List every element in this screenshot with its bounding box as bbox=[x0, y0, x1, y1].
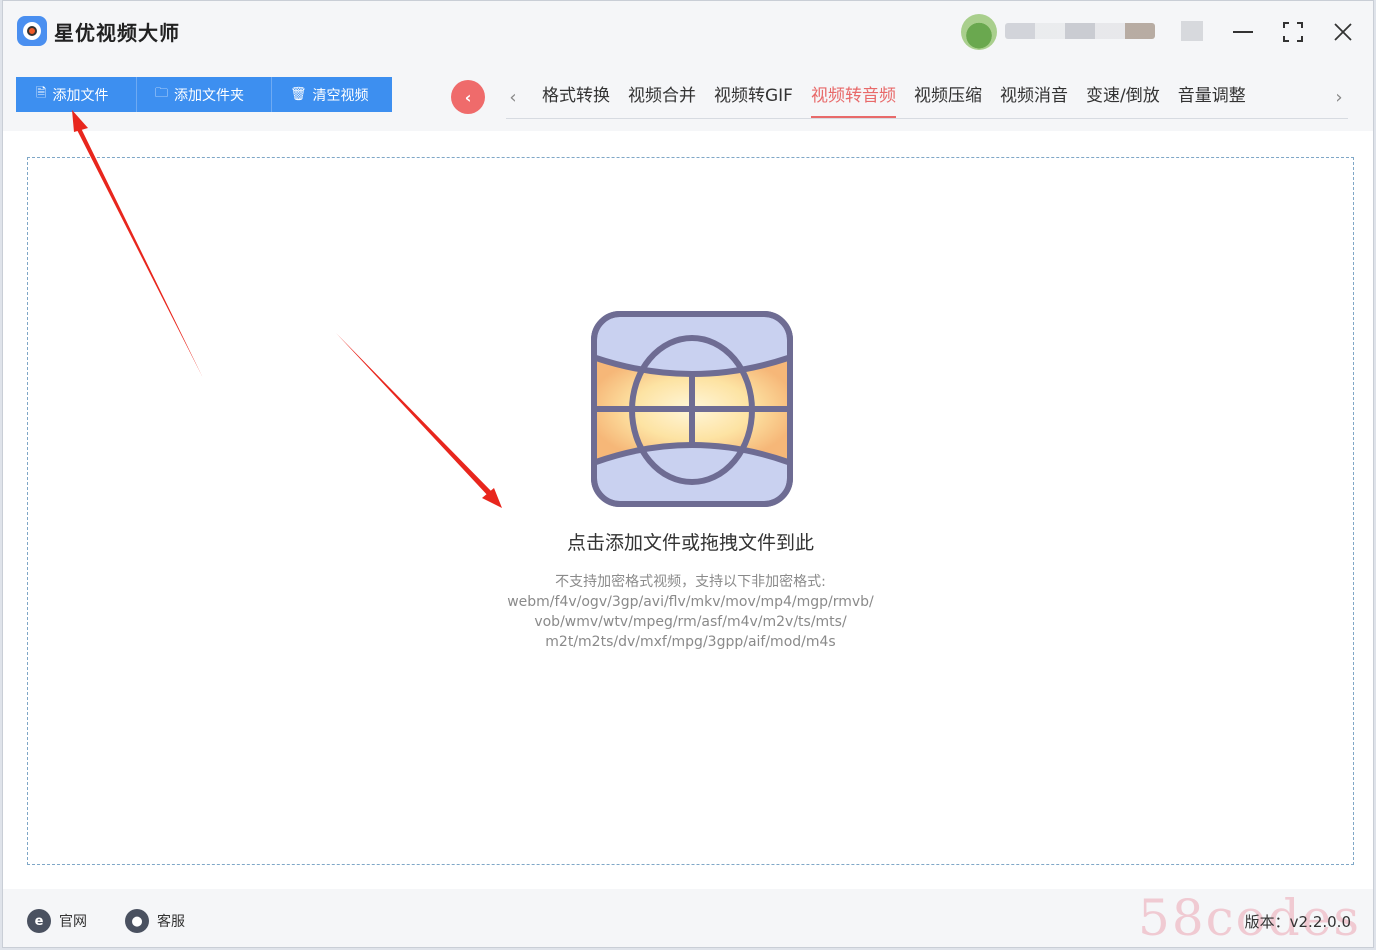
add-folder-label: 添加文件夹 bbox=[174, 87, 245, 104]
add-folder-button[interactable]: 🗀 添加文件夹 bbox=[137, 77, 272, 112]
close-icon bbox=[1334, 23, 1352, 41]
tab-format-convert[interactable]: 格式转换 bbox=[533, 81, 619, 119]
tabs-prev-button[interactable]: ‹ bbox=[505, 85, 521, 109]
website-link[interactable]: e 官网 bbox=[27, 909, 87, 933]
chat-icon: ● bbox=[125, 909, 149, 933]
browser-icon: e bbox=[27, 909, 51, 933]
minimize-button[interactable] bbox=[1228, 17, 1258, 47]
dropzone-title: 点击添加文件或拖拽文件到此 bbox=[566, 532, 814, 554]
minimize-icon bbox=[1233, 31, 1253, 33]
support-label: 客服 bbox=[157, 914, 185, 930]
collapse-toolbar-button[interactable]: ‹ bbox=[451, 80, 485, 114]
file-toolbar: 🗎 添加文件 🗀 添加文件夹 🗑 清空视频 bbox=[16, 77, 392, 112]
app-title: 星优视频大师 bbox=[54, 21, 180, 45]
file-dropzone[interactable]: 点击添加文件或拖拽文件到此 不支持加密格式视频，支持以下非加密格式: webm/… bbox=[27, 157, 1354, 865]
maximize-icon bbox=[1283, 22, 1303, 42]
tab-volume-adjust[interactable]: 音量调整 bbox=[1169, 81, 1255, 119]
version-label: 版本：v2.2.0.0 bbox=[1244, 913, 1351, 931]
hint-line: webm/f4v/ogv/3gp/avi/flv/mkv/mov/mp4/mgp… bbox=[507, 594, 874, 610]
support-link[interactable]: ● 客服 bbox=[125, 909, 185, 933]
tab-video-merge[interactable]: 视频合并 bbox=[619, 81, 705, 119]
tabs-next-button[interactable]: › bbox=[1331, 85, 1347, 109]
footer-bar: e 官网 ● 客服 58codes 版本：v2.2.0.0 bbox=[3, 889, 1373, 947]
title-bar: 星优视频大师 bbox=[3, 1, 1373, 63]
website-label: 官网 bbox=[59, 914, 87, 930]
video-wide-angle-icon bbox=[591, 311, 793, 507]
trash-icon: 🗑 bbox=[290, 87, 307, 102]
user-avatar[interactable] bbox=[961, 14, 997, 50]
app-window: 星优视频大师 🗎 添加文件 🗀 添加文件夹 🗑 清空视频 ‹ ‹ 格式转换 视频… bbox=[2, 0, 1374, 948]
add-file-button[interactable]: 🗎 添加文件 bbox=[16, 77, 137, 112]
tab-speed-reverse[interactable]: 变速/倒放 bbox=[1077, 81, 1169, 119]
feature-tabs: 格式转换 视频合并 视频转GIF 视频转音频 视频压缩 视频消音 变速/倒放 音… bbox=[533, 81, 1255, 119]
tab-video-to-audio[interactable]: 视频转音频 bbox=[802, 81, 905, 119]
app-logo-icon bbox=[17, 16, 47, 46]
tab-video-to-gif[interactable]: 视频转GIF bbox=[705, 81, 802, 119]
user-extra-blurred bbox=[1181, 21, 1203, 41]
content-panel: 点击添加文件或拖拽文件到此 不支持加密格式视频，支持以下非加密格式: webm/… bbox=[3, 131, 1373, 889]
clear-videos-label: 清空视频 bbox=[312, 87, 369, 104]
user-info-blurred[interactable] bbox=[1005, 23, 1155, 39]
add-file-label: 添加文件 bbox=[52, 87, 109, 104]
tab-video-mute[interactable]: 视频消音 bbox=[991, 81, 1077, 119]
folder-icon: 🗀 bbox=[155, 85, 169, 101]
close-button[interactable] bbox=[1328, 17, 1358, 47]
supported-formats-hint: 不支持加密格式视频，支持以下非加密格式: webm/f4v/ogv/3gp/av… bbox=[28, 572, 1353, 652]
maximize-button[interactable] bbox=[1278, 17, 1308, 47]
chevron-left-icon: ‹ bbox=[509, 86, 517, 108]
file-icon: 🗎 bbox=[36, 85, 47, 101]
chevron-left-icon: ‹ bbox=[464, 87, 472, 107]
hint-line: 不支持加密格式视频，支持以下非加密格式: bbox=[555, 574, 826, 590]
clear-videos-button[interactable]: 🗑 清空视频 bbox=[272, 77, 392, 112]
hint-line: m2t/m2ts/dv/mxf/mpg/3gpp/aif/mod/m4s bbox=[545, 634, 836, 650]
hint-line: vob/wmv/wtv/mpeg/rm/asf/m4v/m2v/ts/mts/ bbox=[534, 614, 847, 630]
tab-video-compress[interactable]: 视频压缩 bbox=[905, 81, 991, 119]
chevron-right-icon: › bbox=[1335, 86, 1343, 108]
tabs-divider bbox=[506, 118, 1348, 119]
